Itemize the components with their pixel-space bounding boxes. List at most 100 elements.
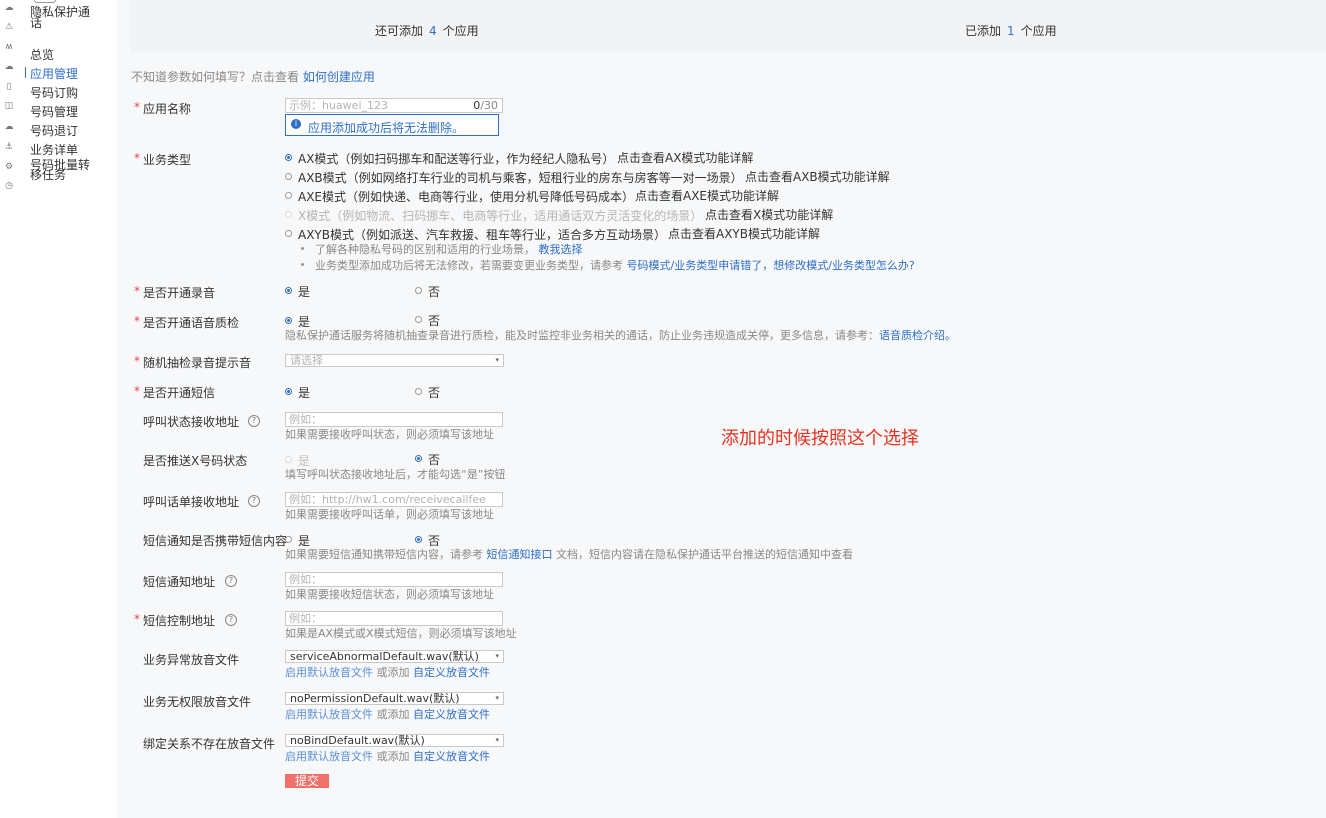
axe-mode-radio[interactable] bbox=[285, 192, 292, 199]
axe-mode-detail-link[interactable]: 点击查看AXE模式功能详解 bbox=[635, 187, 779, 204]
cloud-icon: ☁ bbox=[4, 62, 14, 72]
quota-bar: 还可添加 4 个应用 已添加 1 个应用 bbox=[130, 0, 1326, 52]
sms-control-url-hint: 如果是AX模式或X模式短信，则必须填写该地址 bbox=[285, 627, 517, 640]
push-x-no-radio[interactable] bbox=[415, 455, 422, 462]
x-mode-label: X模式（例如物流、扫码挪车、电商等行业，适用通话双方灵活变化的场景） bbox=[298, 209, 703, 223]
remaining-count: 4 bbox=[429, 24, 437, 38]
sms-notify-api-link[interactable]: 短信通知接口 bbox=[487, 548, 553, 561]
voice-qc-intro-link[interactable]: 语音质检介绍。 bbox=[879, 329, 956, 342]
sms-control-url-input[interactable]: 例如：http://hw1.com/receivesmsoperation bbox=[285, 611, 503, 626]
sms-content-hint: 如果需要短信通知携带短信内容，请参考 短信通知接口 文档，短信内容请在隐私保护通… bbox=[285, 548, 853, 561]
cloud-icon: ☁ bbox=[4, 122, 14, 132]
record-no-radio[interactable] bbox=[415, 287, 422, 294]
custom-tone-link[interactable]: 自定义放音文件 bbox=[413, 750, 490, 763]
remaining-quota: 还可添加 4 个应用 bbox=[375, 24, 479, 38]
use-default-tone-link[interactable]: 启用默认放音文件 bbox=[285, 750, 373, 763]
voice-qc-yes-radio[interactable] bbox=[285, 317, 292, 324]
sidebar: ☁ ⚠ ʍ ☁ ▯ ◫ ☁ ⚓ ⚙ ◷ 隐私保护通话 总览 应用管理 号码订购 … bbox=[0, 0, 118, 818]
annotation-text: 添加的时候按照这个选择 bbox=[721, 428, 919, 449]
voice-qc-label: 是否开通语音质检 bbox=[134, 314, 239, 331]
chevron-down-icon: ▾ bbox=[495, 736, 499, 744]
call-bill-url-hint: 如果需要接收呼叫话单，则必须填写该地址 bbox=[285, 508, 494, 521]
app-name-info-text: 应用添加成功后将无法删除。 bbox=[308, 121, 465, 135]
business-type-tip-1: 了解各种隐私号码的区别和适用的行业场景， 教我选择 bbox=[315, 243, 583, 256]
sms-notify-url-input[interactable]: 例如：http://hw1.com/receivesmsreport bbox=[285, 572, 503, 587]
app-name-info-box: i 应用添加成功后将无法删除。 bbox=[285, 114, 499, 136]
push-x-status-label: 是否推送X号码状态 bbox=[143, 454, 248, 468]
sidebar-item-overview[interactable]: 总览 bbox=[30, 46, 54, 63]
sidebar-item-number-unsubscribe[interactable]: 号码退订 bbox=[30, 122, 78, 139]
sidebar-item-batch-transfer[interactable]: 号码批量转移任务 bbox=[30, 159, 96, 181]
help-line: 不知道参数如何填写？点击查看 如何创建应用 bbox=[131, 70, 375, 84]
custom-tone-link[interactable]: 自定义放音文件 bbox=[413, 708, 490, 721]
bullet bbox=[301, 263, 304, 266]
sms-content-no-radio[interactable] bbox=[415, 536, 422, 543]
nobind-tone-links: 启用默认放音文件 或添加 自定义放音文件 bbox=[285, 750, 490, 763]
help-icon[interactable]: ? bbox=[225, 575, 237, 587]
abnormal-tone-select[interactable]: serviceAbnormalDefault.wav(默认) ▾ bbox=[285, 650, 504, 663]
axe-mode-label[interactable]: AXE模式（例如快递、电商等行业，使用分机号降低号码成本） bbox=[298, 188, 634, 205]
help-icon[interactable]: ? bbox=[248, 495, 260, 507]
help-icon[interactable]: ? bbox=[248, 415, 260, 427]
custom-tone-link[interactable]: 自定义放音文件 bbox=[413, 666, 490, 679]
help-icon[interactable]: ? bbox=[225, 614, 237, 626]
business-type-tip-2: 业务类型添加成功后将无法修改，若需要变更业务类型，请参考 号码模式/业务类型申请… bbox=[315, 259, 915, 272]
char-counter: 0/30 bbox=[473, 99, 498, 112]
modify-type-faq-link[interactable]: 号码模式/业务类型申请错了，想修改模式/业务类型怎么办? bbox=[627, 259, 915, 272]
nobind-tone-select[interactable]: noBindDefault.wav(默认) ▾ bbox=[285, 734, 504, 747]
sms-content-yes-radio[interactable] bbox=[285, 536, 292, 543]
push-x-yes-radio bbox=[285, 456, 292, 463]
added-count: 1 bbox=[1007, 24, 1015, 38]
voice-qc-no-radio[interactable] bbox=[415, 316, 422, 323]
sidebar-item-number-order[interactable]: 号码订购 bbox=[30, 84, 78, 101]
sample-tone-select[interactable]: 请选择 ▾ bbox=[285, 354, 504, 367]
clock-icon: ◷ bbox=[5, 181, 13, 191]
ax-mode-label[interactable]: AX模式（例如扫码挪车和配送等行业，作为经纪人隐私号） bbox=[298, 150, 614, 167]
axb-mode-radio[interactable] bbox=[285, 173, 292, 180]
business-type-label: 业务类型 bbox=[134, 151, 191, 168]
axyb-mode-radio[interactable] bbox=[285, 230, 292, 237]
chart-icon: ʍ bbox=[5, 42, 13, 52]
active-indicator bbox=[25, 67, 26, 78]
sidebar-item-number-management[interactable]: 号码管理 bbox=[30, 103, 78, 120]
record-no-label[interactable]: 否 bbox=[428, 283, 440, 300]
sms-yes-radio[interactable] bbox=[285, 388, 292, 395]
use-default-tone-link[interactable]: 启用默认放音文件 bbox=[285, 708, 373, 721]
teach-me-link[interactable]: 教我选择 bbox=[539, 243, 583, 256]
nopermission-tone-links: 启用默认放音文件 或添加 自定义放音文件 bbox=[285, 708, 490, 721]
sidebar-item-call-records[interactable]: 业务详单 bbox=[30, 141, 78, 158]
submit-button[interactable]: 提交 bbox=[285, 774, 329, 788]
call-bill-url-input[interactable]: 例如：http://hw1.com/receivecallfee bbox=[285, 492, 503, 507]
chevron-down-icon: ▾ bbox=[495, 652, 499, 660]
sms-yes-label[interactable]: 是 bbox=[298, 384, 310, 401]
app-name-input[interactable]: 示例：huawei_123 0/30 bbox=[285, 98, 503, 113]
back-icon[interactable] bbox=[34, 0, 56, 3]
x-mode-radio bbox=[285, 211, 292, 218]
x-mode-detail-link[interactable]: 点击查看X模式功能详解 bbox=[705, 206, 833, 223]
ax-mode-radio[interactable] bbox=[285, 154, 292, 161]
call-status-url-input[interactable]: 例如：http://hw1.com/receivecallstatus bbox=[285, 412, 503, 427]
record-yes-radio[interactable] bbox=[285, 287, 292, 294]
sms-no-radio[interactable] bbox=[415, 388, 422, 395]
ax-mode-detail-link[interactable]: 点击查看AX模式功能详解 bbox=[617, 149, 753, 166]
sms-control-url-label: 短信控制地址 bbox=[134, 612, 215, 629]
sidebar-item-app-management[interactable]: 应用管理 bbox=[30, 65, 78, 82]
sms-no-label[interactable]: 否 bbox=[428, 384, 440, 401]
axyb-mode-detail-link[interactable]: 点击查看AXYB模式功能详解 bbox=[668, 225, 820, 242]
chevron-down-icon: ▾ bbox=[495, 694, 499, 702]
abnormal-tone-label: 业务异常放音文件 bbox=[143, 653, 240, 667]
nopermission-tone-label: 业务无权限放音文件 bbox=[143, 695, 252, 709]
chevron-down-icon: ▾ bbox=[495, 356, 499, 364]
how-to-create-link[interactable]: 如何创建应用 bbox=[303, 70, 375, 84]
sample-tone-label: 随机抽检录音提示音 bbox=[134, 354, 251, 371]
axb-mode-label[interactable]: AXB模式（例如网络打车行业的司机与乘客，短租行业的房东与房客等一对一场景） bbox=[298, 169, 743, 186]
record-yes-label[interactable]: 是 bbox=[298, 283, 310, 300]
nopermission-tone-select[interactable]: noPermissionDefault.wav(默认) ▾ bbox=[285, 692, 504, 705]
abnormal-tone-links: 启用默认放音文件 或添加 自定义放音文件 bbox=[285, 666, 490, 679]
axb-mode-detail-link[interactable]: 点击查看AXB模式功能详解 bbox=[745, 168, 890, 185]
use-default-tone-link[interactable]: 启用默认放音文件 bbox=[285, 666, 373, 679]
sms-content-label: 短信通知是否携带短信内容 bbox=[143, 534, 288, 548]
cloud-icon: ☁ bbox=[4, 3, 14, 13]
voice-qc-hint: 隐私保护通话服务将随机抽查录音进行质检，能及时监控非业务相关的通话，防止业务违规… bbox=[285, 329, 956, 342]
sidebar-title: 隐私保护通话 bbox=[30, 5, 91, 30]
